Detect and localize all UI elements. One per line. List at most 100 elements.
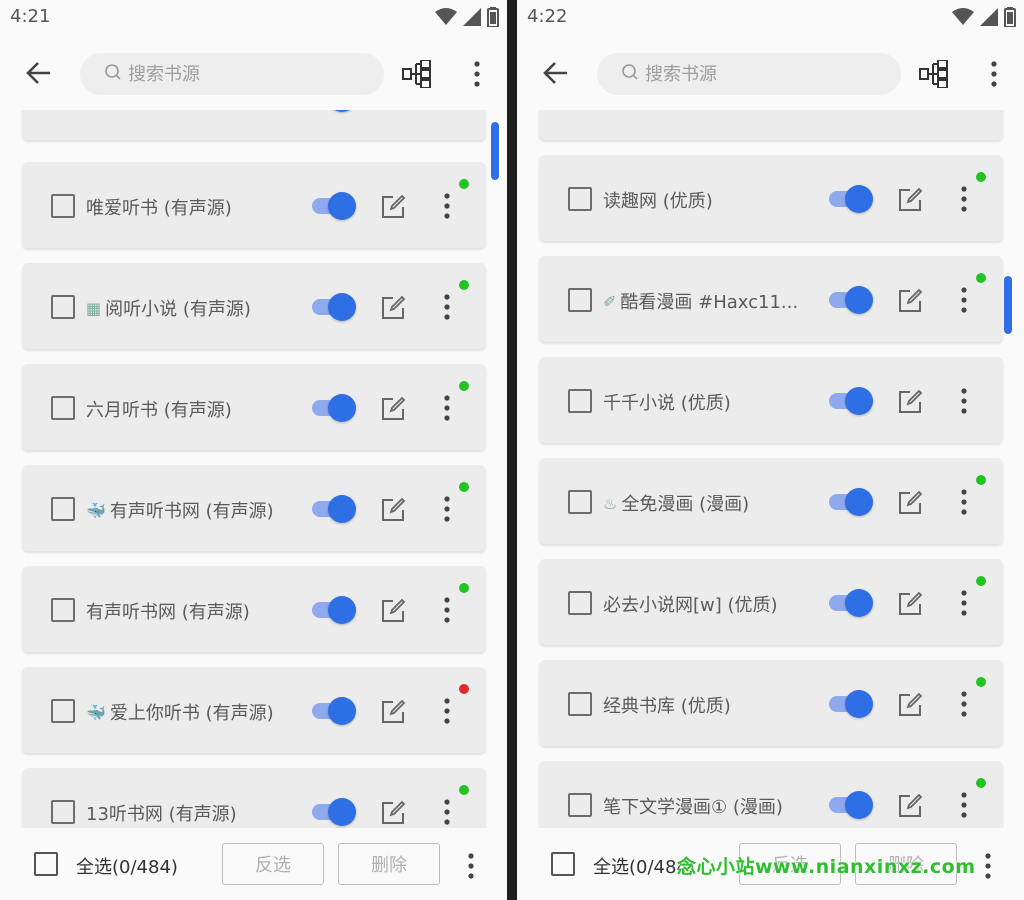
source-card[interactable]: 六月听书 (有声源): [22, 364, 486, 450]
edit-button[interactable]: [897, 591, 923, 621]
overflow-menu-button[interactable]: [985, 60, 1003, 92]
edit-button[interactable]: [897, 288, 923, 318]
source-card[interactable]: 13听书网 (有声源): [22, 768, 486, 828]
source-checkbox[interactable]: [568, 591, 592, 615]
item-menu-button[interactable]: [438, 293, 456, 325]
enable-switch[interactable]: [310, 192, 356, 220]
back-button[interactable]: [24, 58, 54, 88]
source-name: 六月听书 (有声源): [86, 400, 232, 421]
source-card[interactable]: 读趣网 (优质): [539, 155, 1003, 241]
invert-selection-button[interactable]: 反选: [222, 843, 324, 885]
item-menu-button[interactable]: [438, 798, 456, 828]
enable-switch[interactable]: [310, 293, 356, 321]
select-all-checkbox[interactable]: [551, 852, 575, 876]
source-list[interactable]: 读趣网 (优质) ✐ 酷看漫画 #Haxc11... 千千小说 (优质) ♨ 全…: [517, 110, 1024, 828]
item-menu-button[interactable]: [438, 495, 456, 527]
source-checkbox[interactable]: [568, 490, 592, 514]
enable-switch[interactable]: [827, 488, 873, 516]
edit-button[interactable]: [380, 295, 406, 325]
overflow-menu-button[interactable]: [468, 60, 486, 92]
source-checkbox[interactable]: [568, 389, 592, 413]
enable-switch[interactable]: [310, 495, 356, 523]
scrollbar-thumb[interactable]: [491, 122, 499, 180]
search-box[interactable]: [597, 53, 901, 95]
source-card[interactable]: 必去小说网[w] (优质): [539, 559, 1003, 645]
back-button[interactable]: [541, 58, 571, 88]
item-menu-button[interactable]: [438, 192, 456, 224]
enable-switch[interactable]: [310, 394, 356, 422]
source-card[interactable]: ♨ 全免漫画 (漫画): [539, 458, 1003, 544]
edit-icon: [380, 800, 406, 826]
edit-icon: [380, 699, 406, 725]
source-checkbox[interactable]: [51, 598, 75, 622]
source-checkbox[interactable]: [51, 800, 75, 824]
source-card[interactable]: 🐳 爱上你听书 (有声源): [22, 667, 486, 753]
bottom-menu-button[interactable]: [462, 852, 480, 884]
source-checkbox[interactable]: [51, 497, 75, 521]
edit-button[interactable]: [380, 699, 406, 729]
source-card[interactable]: 千千小说 (优质): [539, 357, 1003, 443]
source-name: 必去小说网[w] (优质): [603, 595, 778, 616]
scrollbar-thumb[interactable]: [1004, 276, 1012, 334]
enable-switch[interactable]: [310, 697, 356, 725]
item-menu-button[interactable]: [438, 394, 456, 426]
search-input[interactable]: [128, 63, 348, 85]
source-card-partial[interactable]: ????(有声源): [22, 110, 486, 140]
enable-switch[interactable]: [310, 110, 356, 112]
item-menu-button[interactable]: [955, 286, 973, 318]
source-card[interactable]: ▦ 阅听小说 (有声源): [22, 263, 486, 349]
item-menu-button[interactable]: [438, 596, 456, 628]
source-card[interactable]: 经典书库 (优质): [539, 660, 1003, 746]
source-checkbox[interactable]: [568, 793, 592, 817]
enable-switch[interactable]: [827, 589, 873, 617]
enable-switch[interactable]: [827, 791, 873, 819]
source-label: ▦ 阅听小说 (有声源): [86, 295, 251, 321]
group-button[interactable]: [402, 59, 432, 92]
edit-button[interactable]: [380, 800, 406, 828]
edit-button[interactable]: [897, 490, 923, 520]
source-list[interactable]: ????(有声源) 唯爱听书 (有声源) ▦ 阅听小说 (有声源): [0, 110, 507, 828]
edit-button[interactable]: [380, 194, 406, 224]
source-card[interactable]: 有声听书网 (有声源): [22, 566, 486, 652]
item-menu-button[interactable]: [955, 185, 973, 217]
enable-switch[interactable]: [827, 286, 873, 314]
enable-switch[interactable]: [827, 387, 873, 415]
source-checkbox[interactable]: [51, 295, 75, 319]
item-menu-button[interactable]: [955, 690, 973, 722]
source-card-partial[interactable]: [539, 110, 1003, 140]
edit-button[interactable]: [897, 793, 923, 823]
source-name: 13听书网 (有声源): [86, 804, 237, 825]
source-card[interactable]: ✐ 酷看漫画 #Haxc11...: [539, 256, 1003, 342]
delete-button[interactable]: 删除: [338, 843, 440, 885]
source-checkbox[interactable]: [51, 194, 75, 218]
select-all-checkbox[interactable]: [34, 852, 58, 876]
watermark-text: 念心小站www.nianxinxz.com: [677, 856, 976, 878]
edit-button[interactable]: [897, 692, 923, 722]
search-box[interactable]: [80, 53, 384, 95]
enable-switch[interactable]: [310, 596, 356, 624]
source-checkbox[interactable]: [51, 396, 75, 420]
item-menu-button[interactable]: [955, 488, 973, 520]
bottom-menu-button[interactable]: [979, 852, 997, 884]
item-menu-button[interactable]: [955, 589, 973, 621]
item-menu-button[interactable]: [955, 387, 973, 419]
enable-switch[interactable]: [310, 798, 356, 826]
item-menu-button[interactable]: [955, 791, 973, 823]
source-checkbox[interactable]: [568, 692, 592, 716]
source-checkbox[interactable]: [51, 699, 75, 723]
source-checkbox[interactable]: [568, 288, 592, 312]
edit-button[interactable]: [897, 389, 923, 419]
group-button[interactable]: [919, 59, 949, 92]
source-card[interactable]: 笔下文学漫画① (漫画): [539, 761, 1003, 828]
source-checkbox[interactable]: [568, 187, 592, 211]
source-card[interactable]: 唯爱听书 (有声源): [22, 162, 486, 248]
item-menu-button[interactable]: [438, 697, 456, 729]
edit-button[interactable]: [897, 187, 923, 217]
edit-button[interactable]: [380, 598, 406, 628]
enable-switch[interactable]: [827, 185, 873, 213]
edit-button[interactable]: [380, 396, 406, 426]
source-card[interactable]: 🐳 有声听书网 (有声源): [22, 465, 486, 551]
edit-button[interactable]: [380, 497, 406, 527]
search-input[interactable]: [645, 63, 865, 85]
enable-switch[interactable]: [827, 690, 873, 718]
